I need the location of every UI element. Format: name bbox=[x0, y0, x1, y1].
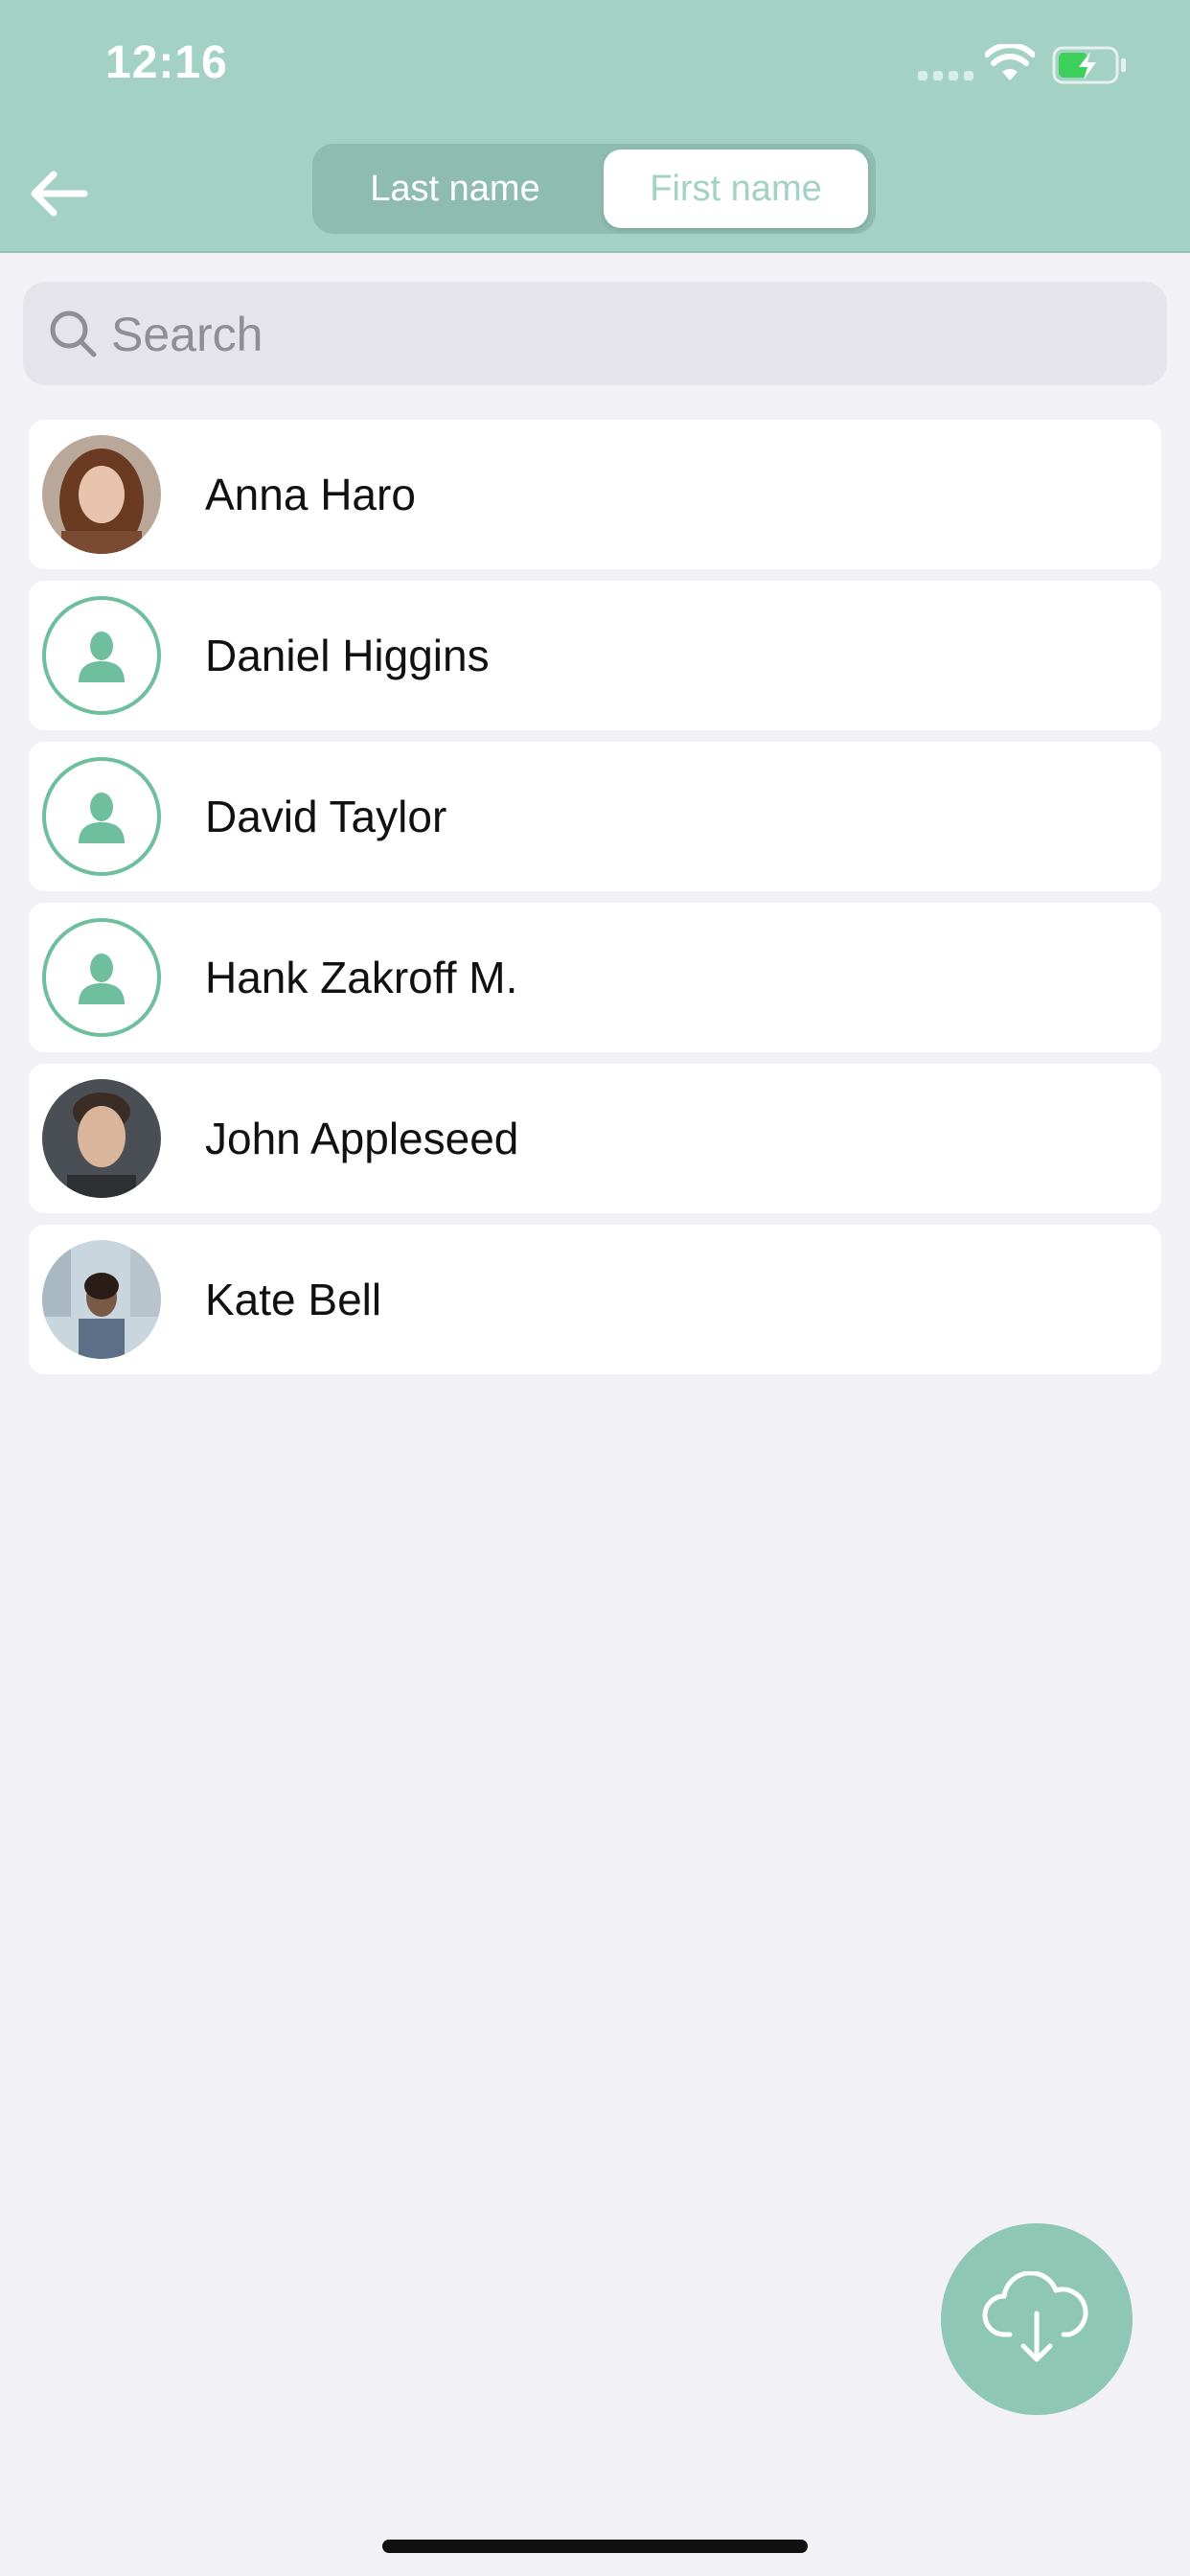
wifi-icon bbox=[985, 44, 1035, 80]
avatar-photo bbox=[42, 1079, 161, 1198]
cloud-download-button[interactable] bbox=[941, 2223, 1133, 2415]
cloud-download-icon bbox=[982, 2271, 1088, 2362]
contact-name: David Taylor bbox=[205, 792, 447, 841]
person-icon bbox=[79, 632, 125, 682]
person-icon bbox=[79, 793, 125, 843]
contact-name: Hank Zakroff M. bbox=[205, 953, 518, 1002]
contact-row[interactable]: Daniel Higgins bbox=[29, 581, 1161, 730]
top-app-bar: 12:16 Last name First name bbox=[0, 0, 1190, 253]
search-bar bbox=[23, 282, 1167, 387]
contact-row[interactable]: Kate Bell bbox=[29, 1225, 1161, 1374]
contact-row[interactable]: David Taylor bbox=[29, 742, 1161, 891]
cellular-signal-icon bbox=[918, 71, 973, 80]
sort-segmented-control: Last name First name bbox=[312, 144, 876, 234]
home-indicator bbox=[382, 2540, 808, 2553]
avatar-photo bbox=[42, 435, 161, 554]
contact-name: John Appleseed bbox=[205, 1114, 519, 1163]
search-input[interactable] bbox=[109, 282, 1157, 387]
contact-name: Daniel Higgins bbox=[205, 631, 490, 680]
back-button[interactable] bbox=[29, 169, 90, 218]
segment-first-name[interactable]: First name bbox=[604, 150, 868, 228]
contact-row[interactable]: John Appleseed bbox=[29, 1064, 1161, 1213]
arrow-left-icon bbox=[31, 171, 88, 217]
person-icon bbox=[79, 954, 125, 1004]
search-icon bbox=[50, 310, 97, 357]
status-time: 12:16 bbox=[105, 37, 228, 88]
contact-name: Anna Haro bbox=[205, 470, 416, 519]
avatar-placeholder bbox=[42, 596, 161, 715]
contact-name: Kate Bell bbox=[205, 1275, 382, 1324]
avatar-placeholder bbox=[42, 918, 161, 1037]
contact-row[interactable]: Hank Zakroff M. bbox=[29, 903, 1161, 1052]
avatar-placeholder bbox=[42, 757, 161, 876]
avatar-photo bbox=[42, 1240, 161, 1359]
contact-row[interactable]: Anna Haro bbox=[29, 420, 1161, 569]
segment-last-name[interactable]: Last name bbox=[318, 150, 592, 228]
battery-charging-icon bbox=[1052, 46, 1126, 84]
